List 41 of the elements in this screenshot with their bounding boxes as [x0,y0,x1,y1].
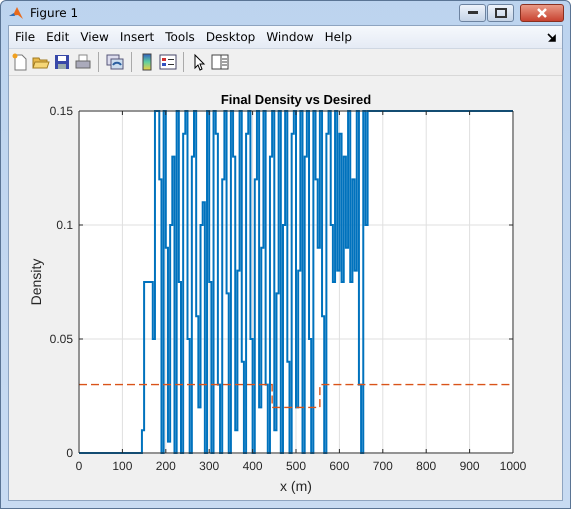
maximize-icon [494,8,506,18]
x-tick-label: 0 [76,459,82,473]
menu-item[interactable]: Desktop [202,30,264,44]
y-tick-label: 0.15 [50,104,73,118]
x-tick-label: 900 [460,459,480,473]
close-icon [536,8,548,18]
menu-item[interactable]: Tools [162,30,203,44]
chart-title: Final Density vs Desired [220,92,372,107]
y-tick-label: 0.05 [50,332,73,346]
peak-logo-icon [8,5,24,21]
y-tick-label: 0.1 [56,218,73,232]
menu-item[interactable]: Window [263,30,322,44]
minimize-button[interactable] [459,4,486,22]
menu-item[interactable]: View [77,30,117,44]
maximize-button[interactable] [487,4,514,22]
new-file-icon[interactable] [11,53,29,71]
y-tick-label: 0 [66,446,73,460]
x-tick-label: 1000 [500,459,526,473]
x-tick-label: 100 [112,459,132,473]
x-tick-label: 700 [372,459,393,473]
menu-item[interactable]: Insert [116,30,162,44]
x-tick-label: 400 [242,459,263,473]
save-icon[interactable] [53,53,71,71]
x-tick-label: 600 [329,459,350,473]
menu-item[interactable]: Edit [43,30,78,44]
x-tick-label: 800 [416,459,436,473]
window-title: Figure 1 [30,6,78,20]
dock-arrow-icon[interactable] [547,32,556,42]
x-tick-label: 500 [286,459,306,473]
property-editor-icon[interactable] [211,53,229,71]
printer-icon[interactable] [74,53,92,71]
linked-windows-icon[interactable] [105,53,125,71]
legend-icon[interactable] [159,53,177,71]
close-button[interactable] [520,4,564,22]
y-axis-label: Density [28,258,44,306]
menu-item[interactable]: Help [322,30,360,44]
x-tick-label: 200 [156,459,176,473]
menu-item[interactable]: File [12,30,44,44]
x-axis-label: x (m) [280,478,312,494]
x-tick-label: 300 [199,459,220,473]
minimize-icon [468,11,478,15]
